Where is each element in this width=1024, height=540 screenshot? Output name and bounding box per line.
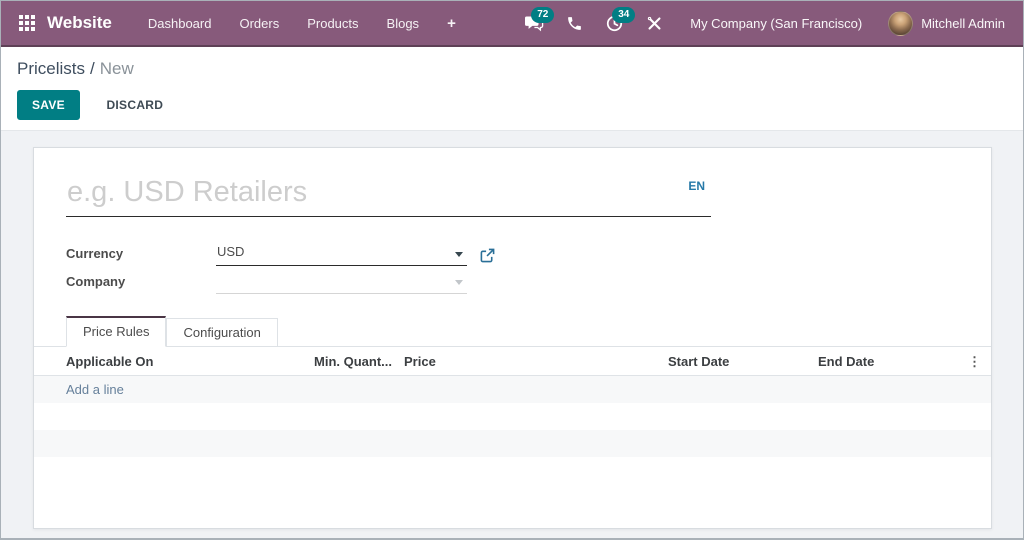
column-options-icon[interactable]: ⋮ — [968, 354, 981, 369]
activities-badge: 34 — [612, 7, 636, 23]
chevron-down-icon[interactable] — [455, 252, 463, 257]
breadcrumb-pricelists-link[interactable]: Pricelists — [17, 59, 85, 78]
nav-item-products[interactable]: Products — [293, 1, 372, 46]
top-navbar: Website Dashboard Orders Products Blogs … — [1, 1, 1023, 47]
company-field-row: Company — [66, 266, 991, 294]
breadcrumb: Pricelists / New — [17, 59, 1007, 79]
apps-grid-icon[interactable] — [19, 15, 35, 31]
company-switcher[interactable]: My Company (San Francisco) — [690, 16, 862, 31]
col-header-applicable-on[interactable]: Applicable On — [34, 354, 314, 369]
currency-value: USD — [217, 244, 245, 259]
chevron-down-icon[interactable] — [455, 280, 463, 285]
phone-icon[interactable] — [555, 1, 594, 46]
table-header-row: Applicable On Min. Quant... Price Start … — [34, 347, 991, 376]
user-avatar[interactable] — [888, 10, 914, 36]
company-label: Company — [66, 274, 126, 289]
col-header-min-quantity[interactable]: Min. Quant... — [314, 354, 404, 369]
action-buttons: SAVE DISCARD — [17, 90, 1007, 120]
control-panel: Pricelists / New SAVE DISCARD — [1, 47, 1023, 131]
col-header-price[interactable]: Price — [404, 354, 668, 369]
column-options-cell: ⋮ — [963, 354, 991, 369]
pricelist-name-row: EN — [66, 176, 711, 217]
form-view: EN Currency USD Company — [1, 131, 1023, 538]
col-header-end-date[interactable]: End Date — [818, 354, 963, 369]
breadcrumb-current: New — [99, 59, 134, 78]
nav-item-blogs[interactable]: Blogs — [373, 1, 434, 46]
add-a-line-link[interactable]: Add a line — [66, 382, 124, 397]
external-link-icon[interactable] — [480, 248, 495, 263]
tab-configuration[interactable]: Configuration — [166, 318, 278, 347]
nav-item-dashboard[interactable]: Dashboard — [134, 1, 226, 46]
notebook-tabs: Price Rules Configuration — [34, 316, 991, 347]
company-input[interactable] — [216, 272, 467, 294]
new-content-plus-icon[interactable]: + — [433, 1, 470, 46]
user-menu[interactable]: Mitchell Admin — [921, 16, 1005, 31]
tab-price-rules[interactable]: Price Rules — [66, 316, 167, 347]
currency-input[interactable]: USD — [216, 244, 467, 266]
language-badge[interactable]: EN — [688, 179, 705, 193]
messages-badge: 72 — [531, 7, 555, 23]
nav-item-orders[interactable]: Orders — [225, 1, 293, 46]
activities-icon[interactable]: 34 — [594, 1, 636, 46]
navbar-systray: 72 34 My Company (San Francisco) Mitchel… — [513, 1, 1011, 45]
messages-icon[interactable]: 72 — [513, 1, 555, 46]
save-button[interactable]: SAVE — [17, 90, 80, 120]
tools-icon[interactable] — [635, 1, 674, 46]
empty-row — [34, 430, 991, 457]
pricelist-name-input[interactable] — [66, 176, 711, 217]
price-rules-table: Applicable On Min. Quant... Price Start … — [34, 347, 991, 457]
empty-row — [34, 403, 991, 430]
currency-field-row: Currency USD — [66, 238, 991, 266]
app-name[interactable]: Website — [47, 13, 112, 33]
col-header-start-date[interactable]: Start Date — [668, 354, 818, 369]
discard-button[interactable]: DISCARD — [92, 91, 177, 119]
form-sheet: EN Currency USD Company — [33, 147, 992, 529]
navbar-left: Website Dashboard Orders Products Blogs … — [11, 1, 470, 45]
add-line-row: Add a line — [34, 376, 991, 403]
app-window: Website Dashboard Orders Products Blogs … — [0, 0, 1024, 540]
currency-label: Currency — [66, 246, 124, 261]
breadcrumb-separator: / — [90, 59, 95, 78]
